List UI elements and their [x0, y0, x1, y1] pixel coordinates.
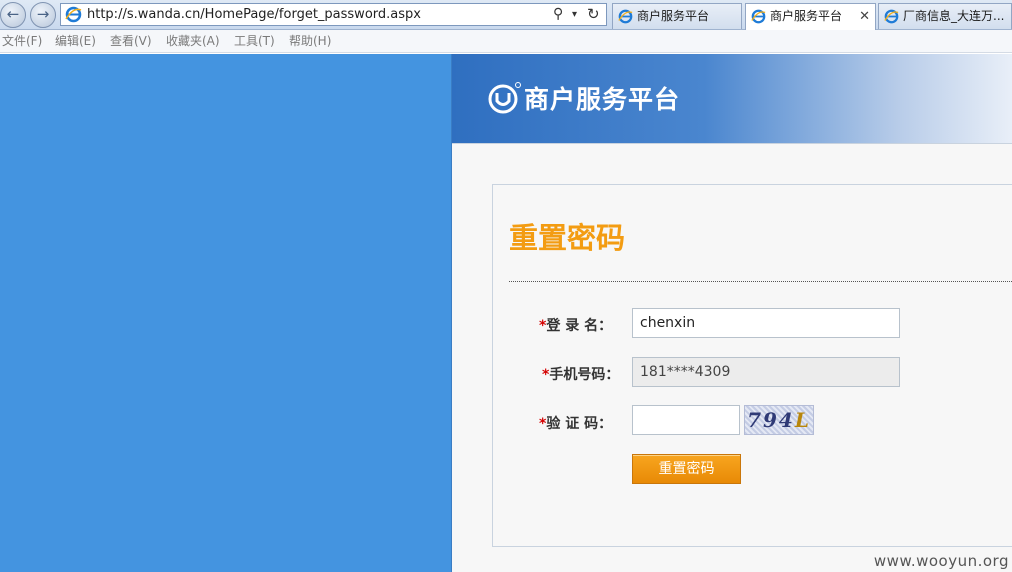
tab-label: 商户服务平台	[770, 9, 843, 23]
refresh-icon[interactable]: ↻	[587, 4, 600, 25]
wanda-logo-icon	[487, 81, 521, 119]
phone-field: 181****4309	[632, 357, 900, 387]
captcha-image[interactable]: 794L	[744, 405, 814, 435]
ie-logo-icon	[751, 9, 766, 27]
forward-arrow-icon[interactable]: →	[30, 2, 56, 28]
browser-toolbar: ← → http://s.wanda.cn/HomePage/forget_pa…	[0, 0, 1012, 30]
menu-help[interactable]: 帮助(H)	[289, 30, 331, 53]
page-title: 重置密码	[509, 221, 626, 255]
label-text: 登 录 名：	[546, 318, 613, 334]
captcha-last-char: L	[794, 408, 811, 432]
menu-file[interactable]: 文件(F)	[2, 30, 42, 53]
tab-label: 厂商信息_大连万...	[903, 9, 1005, 23]
reset-password-button[interactable]: 重置密码	[632, 454, 741, 484]
ie-logo-icon	[65, 6, 82, 27]
menu-tools[interactable]: 工具(T)	[234, 30, 275, 53]
site-header: 商户服务平台	[452, 54, 1012, 144]
menu-view[interactable]: 查看(V)	[110, 30, 152, 53]
tab-merchant-platform-1[interactable]: 商户服务平台	[612, 3, 742, 29]
menu-bar: 文件(F) 编辑(E) 查看(V) 收藏夹(A) 工具(T) 帮助(H)	[0, 30, 1012, 53]
site-logo-text: 商户服务平台	[524, 85, 681, 114]
reset-password-form: 重置密码 *登 录 名： chenxin *手机号码： 181****4309 …	[492, 184, 1012, 547]
address-url[interactable]: http://s.wanda.cn/HomePage/forget_passwo…	[87, 4, 421, 25]
back-arrow-icon[interactable]: ←	[0, 2, 26, 28]
menu-edit[interactable]: 编辑(E)	[55, 30, 96, 53]
search-icon[interactable]: ⚲	[553, 5, 563, 24]
tab-merchant-platform-2[interactable]: 商户服务平台 ✕	[745, 3, 876, 30]
username-label: *登 录 名：	[539, 315, 612, 335]
menu-favorites[interactable]: 收藏夹(A)	[166, 30, 220, 53]
address-bar[interactable]: http://s.wanda.cn/HomePage/forget_passwo…	[60, 3, 607, 26]
watermark: www.wooyun.org	[873, 552, 1009, 570]
label-text: 手机号码：	[549, 367, 620, 383]
ie-logo-icon	[618, 9, 633, 27]
username-field[interactable]: chenxin	[632, 308, 900, 338]
phone-label: *手机号码：	[542, 364, 619, 384]
main-content: 商户服务平台 重置密码 *登 录 名： chenxin *手机号码： 181**…	[451, 54, 1012, 572]
tab-label: 商户服务平台	[637, 9, 710, 23]
close-icon[interactable]: ✕	[859, 4, 870, 29]
dotted-divider	[509, 281, 1012, 282]
ie-logo-icon	[884, 9, 899, 27]
left-blue-panel	[0, 54, 451, 572]
chevron-down-icon[interactable]: ▾	[572, 5, 577, 24]
tab-vendor-info[interactable]: 厂商信息_大连万...	[878, 3, 1012, 29]
captcha-label: *验 证 码：	[539, 413, 612, 433]
label-text: 验 证 码：	[546, 416, 613, 432]
captcha-chars: 794	[747, 408, 795, 432]
captcha-input[interactable]	[632, 405, 740, 435]
